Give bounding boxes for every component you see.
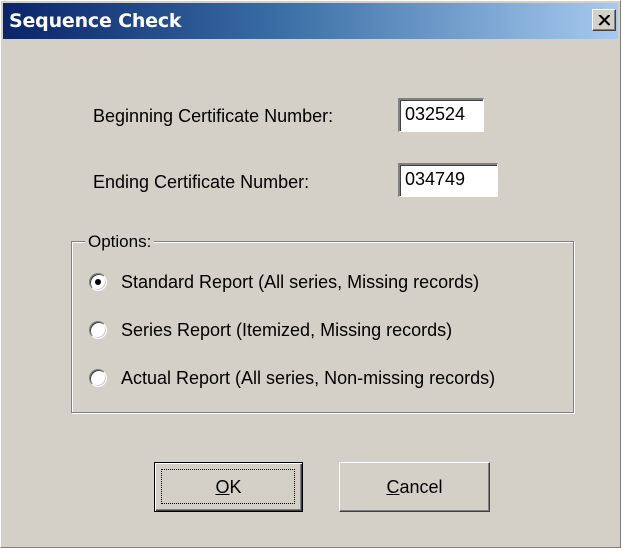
radio-standard-report[interactable]: Standard Report (All series, Missing rec… <box>89 270 479 294</box>
close-button[interactable] <box>592 9 616 31</box>
title-bar[interactable]: Sequence Check <box>3 3 618 39</box>
radio-button-icon[interactable] <box>89 369 107 387</box>
cancel-mnemonic: C <box>386 476 400 497</box>
standard-report-label[interactable]: Standard Report (All series, Missing rec… <box>121 272 479 293</box>
beginning-certificate-label: Beginning Certificate Number: <box>93 106 334 126</box>
close-x-icon <box>598 14 610 25</box>
radio-actual-report[interactable]: Actual Report (All series, Non-missing r… <box>89 366 495 390</box>
actual-report-label[interactable]: Actual Report (All series, Non-missing r… <box>121 368 495 389</box>
series-report-label[interactable]: Series Report (Itemized, Missing records… <box>121 320 452 341</box>
ending-certificate-label: Ending Certificate Number: <box>93 172 310 192</box>
cancel-button-label: Cancel <box>386 477 442 498</box>
radio-button-icon[interactable] <box>89 321 107 339</box>
radio-series-report[interactable]: Series Report (Itemized, Missing records… <box>89 318 452 342</box>
focus-rectangle <box>161 469 295 504</box>
sequence-check-dialog: Sequence Check Beginning Certificate Num… <box>0 0 621 548</box>
cancel-button[interactable]: Cancel <box>339 462 490 512</box>
radio-button-icon[interactable] <box>89 273 107 291</box>
window-title: Sequence Check <box>9 10 182 32</box>
ending-certificate-input[interactable]: 034749 <box>398 163 498 197</box>
options-legend: Options: <box>85 232 155 252</box>
ok-button[interactable]: OK <box>154 462 303 512</box>
beginning-certificate-input[interactable]: 032524 <box>398 98 484 132</box>
radio-selected-dot <box>95 279 101 285</box>
cancel-label-rest: ancel <box>399 476 443 497</box>
